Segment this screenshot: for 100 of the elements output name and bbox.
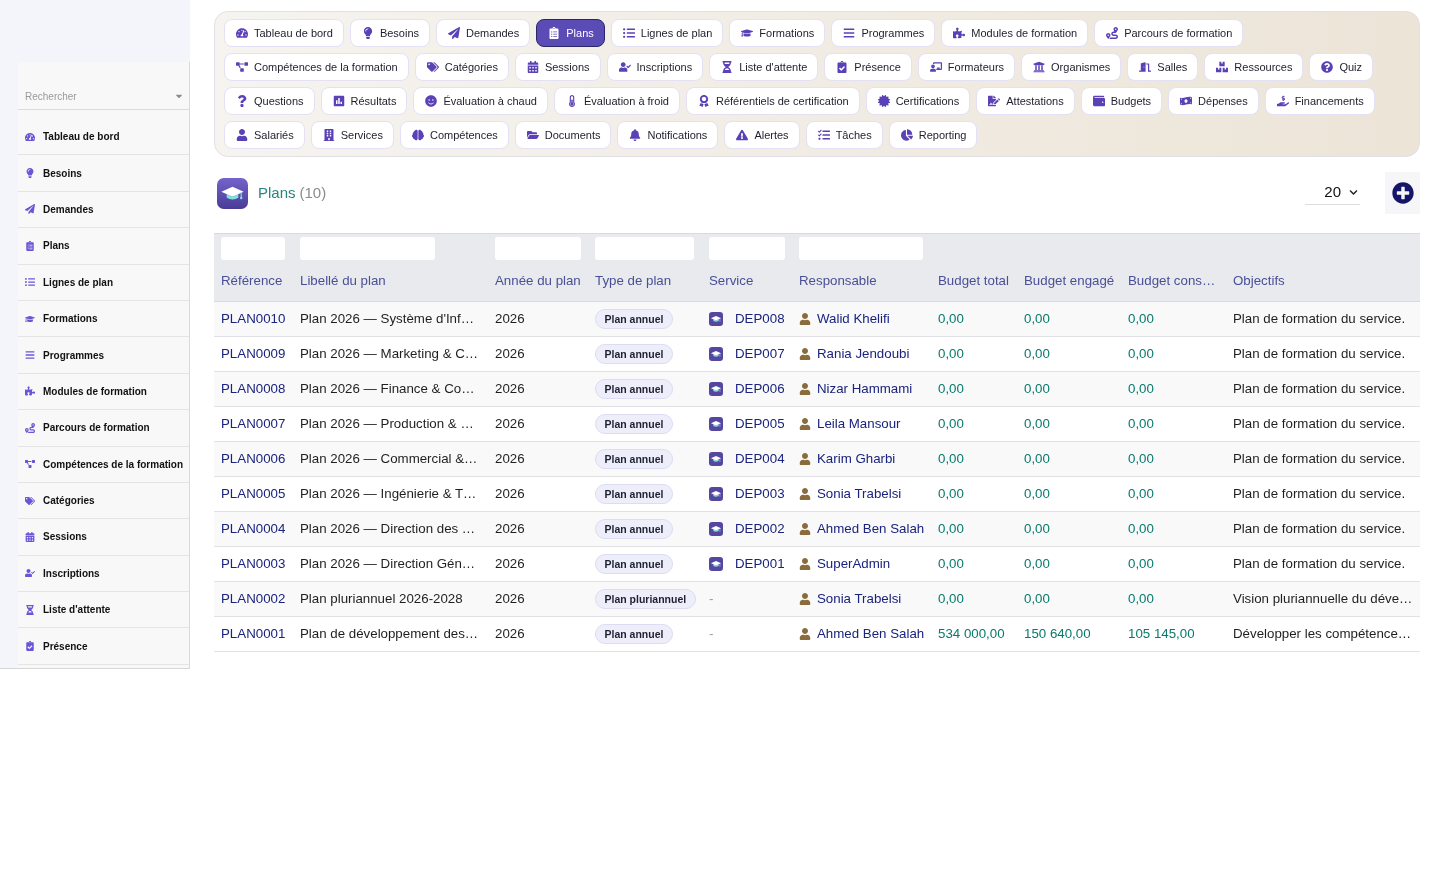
- hand-coin-icon: [1276, 95, 1289, 107]
- nav-tab[interactable]: Salariés: [224, 121, 305, 149]
- plan-label-text: Plan 2026 — Commercial &…: [300, 451, 478, 467]
- year-text: 2026: [495, 346, 525, 362]
- nav-tab[interactable]: Organismes: [1021, 53, 1122, 81]
- nav-tab[interactable]: Tableau de bord: [224, 19, 344, 47]
- nav-tab[interactable]: Financements: [1264, 87, 1375, 115]
- list-icon: [25, 277, 35, 288]
- responsible-link[interactable]: Sonia Trabelsi: [817, 589, 902, 609]
- nav-tab[interactable]: Demandes: [436, 19, 531, 47]
- nav-tab[interactable]: Services: [310, 121, 394, 149]
- person-icon: [799, 628, 811, 640]
- reference-link[interactable]: PLAN0006: [221, 451, 286, 467]
- nav-tab[interactable]: Besoins: [349, 19, 431, 47]
- budget-amount: 534 000,00: [938, 626, 1005, 642]
- budget-amount: 0,00: [938, 486, 964, 502]
- nav-tab[interactable]: Lignes de plan: [610, 19, 724, 47]
- responsible-link[interactable]: Walid Khelifi: [817, 309, 890, 329]
- year-text: 2026: [495, 416, 525, 432]
- nav-tab[interactable]: Ressources: [1204, 53, 1304, 81]
- nav-tab[interactable]: Évaluation à froid: [553, 87, 680, 115]
- reference-link[interactable]: PLAN0007: [221, 416, 286, 432]
- nav-tab[interactable]: Formations: [729, 19, 826, 47]
- chevron-down-icon: [1349, 188, 1358, 197]
- nav-tab[interactable]: Évaluation à chaud: [413, 87, 548, 115]
- wallet-icon: [1092, 95, 1105, 107]
- nav-tab[interactable]: Certifications: [865, 87, 971, 115]
- nav-tab[interactable]: Formateurs: [917, 53, 1016, 81]
- reference-link[interactable]: PLAN0004: [221, 521, 286, 537]
- nav-tab[interactable]: Budgets: [1080, 87, 1163, 115]
- department-link[interactable]: DEP001: [735, 554, 785, 574]
- reference-link[interactable]: PLAN0001: [221, 626, 286, 642]
- plan-label-text: Plan 2026 — Finance & Co…: [300, 381, 475, 397]
- nav-tab[interactable]: Résultats: [320, 87, 408, 115]
- reference-link[interactable]: PLAN0005: [221, 486, 286, 502]
- bar-chart-icon: [332, 95, 345, 107]
- nav-tab[interactable]: Liste d'attente: [709, 53, 819, 81]
- folder-icon: [526, 129, 539, 141]
- plan-label-text: Plan 2026 — Marketing & C…: [300, 346, 479, 362]
- nav-tab[interactable]: Documents: [514, 121, 612, 149]
- reference-link[interactable]: PLAN0010: [221, 311, 286, 327]
- responsible-link[interactable]: Ahmed Ben Salah: [817, 519, 925, 539]
- objectives-text: Plan de formation du service.: [1233, 486, 1406, 502]
- budget-amount: 0,00: [1024, 486, 1050, 502]
- nav-tab[interactable]: Présence: [824, 53, 912, 81]
- department-link[interactable]: DEP007: [735, 344, 785, 364]
- nav-tab[interactable]: Parcours de formation: [1094, 19, 1244, 47]
- reference-link[interactable]: PLAN0002: [221, 591, 286, 607]
- department-link[interactable]: DEP008: [735, 309, 785, 329]
- column-heading: Budget cons…: [1128, 272, 1216, 288]
- nav-tab[interactable]: Reporting: [888, 121, 978, 149]
- nav-tab[interactable]: Alertes: [724, 121, 800, 149]
- nav-tab[interactable]: Compétences: [399, 121, 509, 149]
- page-size-select[interactable]: 20: [1305, 181, 1360, 205]
- nav-tab[interactable]: Compétences de la formation: [224, 53, 409, 81]
- department-link[interactable]: DEP004: [735, 449, 785, 469]
- nav-tab[interactable]: Inscriptions: [606, 53, 704, 81]
- nav-tab[interactable]: Dépenses: [1168, 87, 1259, 115]
- objectives-text: Plan de formation du service.: [1233, 381, 1406, 397]
- empty-value-dash: -: [709, 591, 714, 607]
- nav-tab[interactable]: Questions: [224, 87, 315, 115]
- reference-link[interactable]: PLAN0003: [221, 556, 286, 572]
- gauge-icon: [25, 131, 35, 142]
- column-heading: Budget total: [938, 272, 1009, 288]
- department-link[interactable]: DEP003: [735, 484, 785, 504]
- nav-tab[interactable]: Salles: [1127, 53, 1199, 81]
- budget-amount: 0,00: [1128, 486, 1154, 502]
- nav-tab[interactable]: Notifications: [617, 121, 719, 149]
- objectives-text: Plan de formation du service.: [1233, 311, 1406, 327]
- nav-tab[interactable]: Catégories: [414, 53, 509, 81]
- responsible-link[interactable]: Nizar Hammami: [817, 379, 913, 399]
- nav-tab[interactable]: Quiz: [1309, 53, 1374, 81]
- add-button[interactable]: [1385, 172, 1420, 214]
- bell-icon: [629, 129, 642, 141]
- gauge-icon: [236, 27, 248, 39]
- nav-tab[interactable]: Attestations: [976, 87, 1075, 115]
- nav-tab[interactable]: Plans: [536, 19, 605, 47]
- responsible-link[interactable]: Sonia Trabelsi: [817, 484, 902, 504]
- responsible-link[interactable]: Leila Mansour: [817, 414, 901, 434]
- department-link[interactable]: DEP005: [735, 414, 785, 434]
- graduation-cap-icon: [741, 27, 754, 39]
- reference-link[interactable]: PLAN0008: [221, 381, 286, 397]
- clipboard-check-icon: [836, 61, 849, 73]
- plan-type-badge: Plan annuel: [595, 379, 673, 400]
- responsible-link[interactable]: SuperAdmin: [817, 554, 891, 574]
- plan-label-text: Plan 2026 — Direction Gén…: [300, 556, 476, 572]
- department-link[interactable]: DEP002: [735, 519, 785, 539]
- reference-link[interactable]: PLAN0009: [221, 346, 286, 362]
- responsible-link[interactable]: Karim Gharbi: [817, 449, 896, 469]
- objectives-text: Plan de formation du service.: [1233, 556, 1406, 572]
- nav-tab[interactable]: Programmes: [831, 19, 936, 47]
- department-link[interactable]: DEP006: [735, 379, 785, 399]
- nav-tab[interactable]: Modules de formation: [941, 19, 1089, 47]
- nav-tab[interactable]: Tâches: [805, 121, 883, 149]
- nav-tab[interactable]: Sessions: [514, 53, 601, 81]
- responsible-link[interactable]: Rania Jendoubi: [817, 344, 910, 364]
- responsible-link[interactable]: Ahmed Ben Salah: [817, 624, 925, 644]
- nav-tab[interactable]: Référentiels de certification: [685, 87, 860, 115]
- budget-amount: 0,00: [1024, 346, 1050, 362]
- plan-label-text: Plan 2026 — Système d'Inf…: [300, 311, 474, 327]
